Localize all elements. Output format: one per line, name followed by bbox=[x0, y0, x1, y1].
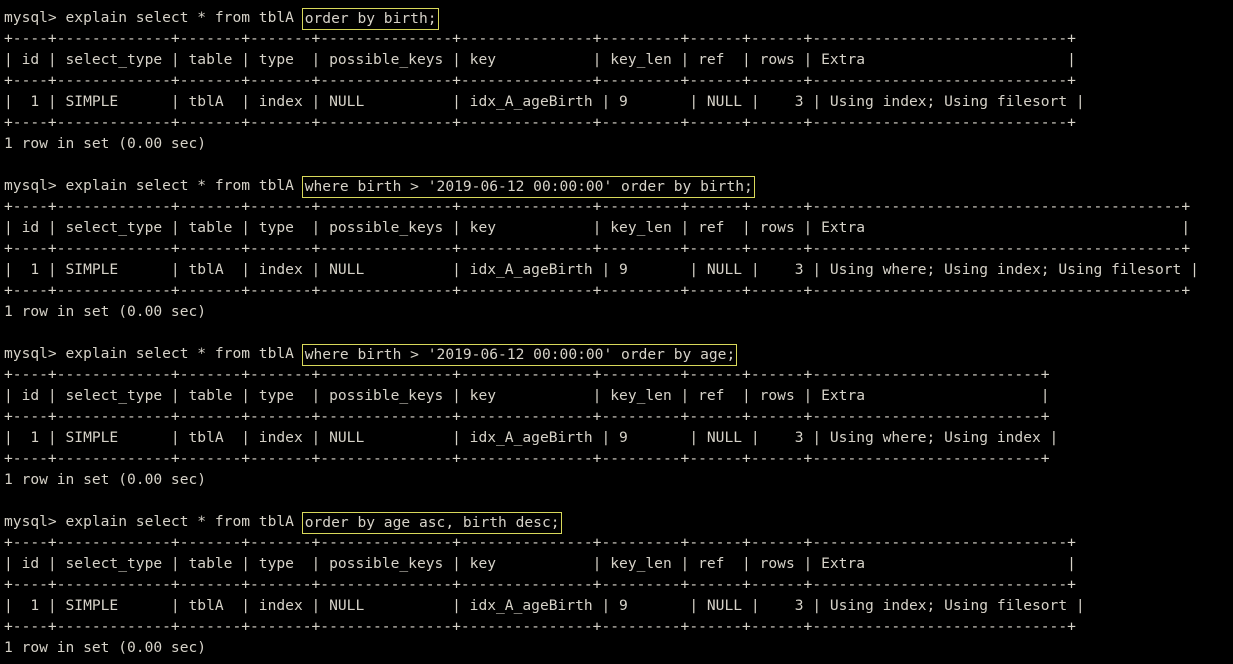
terminal-window[interactable]: mysql> explain select * from tblA order … bbox=[0, 0, 1233, 664]
highlighted-clause: order by age asc, birth desc; bbox=[301, 512, 562, 534]
command-line[interactable]: mysql> explain select * from tblA where … bbox=[4, 343, 1233, 366]
table-row: | 1 | SIMPLE | tblA | index | NULL | idx… bbox=[4, 429, 1059, 446]
table-rule-top: +----+-------------+-------+-------+----… bbox=[4, 534, 1076, 551]
result-status-line: 1 row in set (0.00 sec) bbox=[4, 471, 207, 488]
command-line[interactable]: mysql> explain select * from tblA order … bbox=[4, 7, 1233, 30]
table-rule-mid: +----+-------------+-------+-------+----… bbox=[4, 576, 1076, 593]
table-header-row: | id | select_type | table | type | poss… bbox=[4, 555, 1076, 572]
table-rule-bottom: +----+-------------+-------+-------+----… bbox=[4, 282, 1191, 299]
table-header-row: | id | select_type | table | type | poss… bbox=[4, 219, 1191, 236]
table-rule-top: +----+-------------+-------+-------+----… bbox=[4, 30, 1076, 47]
result-status-line: 1 row in set (0.00 sec) bbox=[4, 135, 207, 152]
table-rule-top: +----+-------------+-------+-------+----… bbox=[4, 198, 1191, 215]
highlighted-clause: where birth > '2019-06-12 00:00:00' orde… bbox=[301, 176, 755, 198]
result-status-line: 1 row in set (0.00 sec) bbox=[4, 303, 207, 320]
command-line[interactable]: mysql> explain select * from tblA where … bbox=[4, 175, 1233, 198]
prompt-and-command-prefix: mysql> explain select * from tblA bbox=[4, 345, 303, 362]
prompt-and-command-prefix: mysql> explain select * from tblA bbox=[4, 177, 303, 194]
table-rule-mid: +----+-------------+-------+-------+----… bbox=[4, 408, 1050, 425]
table-rule-mid: +----+-------------+-------+-------+----… bbox=[4, 72, 1076, 89]
result-status-line: 1 row in set (0.00 sec) bbox=[4, 639, 207, 656]
highlighted-clause: order by birth; bbox=[301, 8, 439, 30]
prompt-and-command-prefix: mysql> explain select * from tblA bbox=[4, 513, 303, 530]
table-rule-bottom: +----+-------------+-------+-------+----… bbox=[4, 114, 1076, 131]
command-line[interactable]: mysql> explain select * from tblA order … bbox=[4, 511, 1233, 534]
table-rule-top: +----+-------------+-------+-------+----… bbox=[4, 366, 1050, 383]
table-row: | 1 | SIMPLE | tblA | index | NULL | idx… bbox=[4, 261, 1199, 278]
highlighted-clause: where birth > '2019-06-12 00:00:00' orde… bbox=[301, 344, 738, 366]
table-header-row: | id | select_type | table | type | poss… bbox=[4, 51, 1076, 68]
table-row: | 1 | SIMPLE | tblA | index | NULL | idx… bbox=[4, 597, 1085, 614]
table-rule-bottom: +----+-------------+-------+-------+----… bbox=[4, 618, 1076, 635]
table-row: | 1 | SIMPLE | tblA | index | NULL | idx… bbox=[4, 93, 1085, 110]
table-rule-bottom: +----+-------------+-------+-------+----… bbox=[4, 450, 1050, 467]
table-rule-mid: +----+-------------+-------+-------+----… bbox=[4, 240, 1191, 257]
prompt-and-command-prefix: mysql> explain select * from tblA bbox=[4, 9, 303, 26]
table-header-row: | id | select_type | table | type | poss… bbox=[4, 387, 1050, 404]
